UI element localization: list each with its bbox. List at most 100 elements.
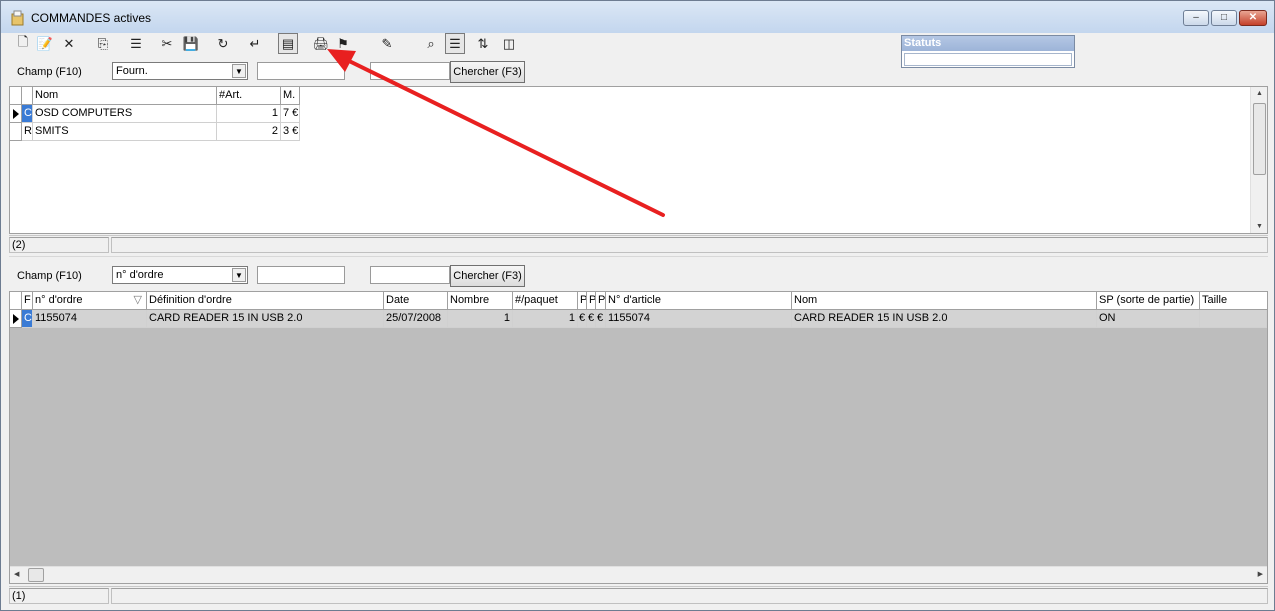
vertical-scrollbar-top[interactable]: ▲ ▼ [1250,87,1267,233]
table-row-f[interactable]: C [22,310,33,328]
pen-icon[interactable]: ✎ [377,33,397,54]
record-count-bottom: (1) [9,588,109,604]
table-row-taille[interactable] [1200,310,1267,328]
list-view-icon[interactable]: ☰ [445,33,465,54]
table-row-art[interactable]: 2 [217,123,281,141]
window-controls: ‒ □ ✕ [1181,10,1267,26]
table-row-p3[interactable]: € [596,310,606,328]
preview-icon[interactable]: ▤ [278,33,298,54]
scrollbar-thumb[interactable] [1253,103,1266,175]
column-header-ordre-label: n° d'ordre [35,294,83,306]
table-row-sp[interactable]: ON [1097,310,1200,328]
column-header-nombre[interactable]: Nombre [448,292,513,310]
table-row-ordre[interactable]: 1155074 [33,310,147,328]
column-header-paquet[interactable]: #/paquet [513,292,578,310]
scroll-left-icon[interactable]: ◀ [14,570,19,578]
table-row-p1[interactable]: € [578,310,587,328]
search-button-bottom[interactable]: Chercher (F3) [450,265,525,287]
search-input-top[interactable] [257,62,345,80]
delete-icon[interactable]: ✕ [59,33,79,54]
status-panel-value[interactable] [904,53,1072,66]
edit-document-icon[interactable]: 📝 [35,33,55,54]
column-header-flag[interactable] [22,87,33,105]
record-count-top: (2) [9,237,109,253]
column-header-f[interactable]: F [22,292,33,310]
column-header-art[interactable]: #Art. [217,87,281,105]
table-row-nombre[interactable]: 1 [448,310,513,328]
search-button-top[interactable]: Chercher (F3) [450,61,525,83]
chevron-down-icon[interactable]: ▼ [232,268,246,282]
table-row-paquet[interactable]: 1 [513,310,578,328]
status-panel-title: Statuts [902,36,1074,51]
table-row-m[interactable]: 7 € [281,105,300,123]
column-header-sp[interactable]: SP (sorte de partie) [1097,292,1200,310]
grid-corner [10,292,22,310]
order-grid: F n° d'ordre ▽ Définition d'ordre Date N… [9,291,1268,584]
field-label-bottom: Champ (F10) [17,270,82,282]
print-icon[interactable]: 🖨 [311,33,331,54]
search-input-top-2[interactable] [370,62,450,80]
field-select-top-value: Fourn. [116,65,148,77]
columns-icon[interactable]: ◫ [499,33,519,54]
column-header-p2[interactable]: P [587,292,596,310]
alert-icon[interactable]: ⚑ [333,33,353,54]
table-row-art[interactable]: 1 [217,105,281,123]
row-indicator[interactable] [10,123,22,141]
column-header-p1[interactable]: P [578,292,587,310]
table-row-p2[interactable]: € [587,310,596,328]
horizontal-scrollbar[interactable]: ◀ ▶ [10,566,1267,583]
status-bar-top-panel [111,237,1268,253]
column-header-ordre[interactable]: n° d'ordre ▽ [33,292,147,310]
field-select-top[interactable]: Fourn. ▼ [112,62,248,80]
search-icon[interactable]: ⌕ [421,33,441,54]
import-icon[interactable]: ↵ [245,33,265,54]
column-header-p3[interactable]: P [596,292,606,310]
scrollbar-thumb[interactable] [28,568,44,582]
table-row-article[interactable]: 1155074 [606,310,792,328]
refresh-icon[interactable]: ↻ [213,33,233,54]
scroll-down-icon[interactable]: ▼ [1256,223,1263,230]
row-indicator[interactable] [10,105,22,123]
supplier-grid: Nom #Art. M. C OSD COMPUTERS 1 7 € R SMI… [9,86,1268,234]
copy-icon[interactable]: ⎘ [93,33,113,54]
table-row-m[interactable]: 3 € [281,123,300,141]
search-input-bottom[interactable] [257,266,345,284]
column-header-m[interactable]: M. [281,87,300,105]
minimize-icon: ‒ [1193,12,1199,23]
column-header-article[interactable]: N° d'article [606,292,792,310]
scroll-up-icon[interactable]: ▲ [1256,90,1263,97]
table-row-definition[interactable]: CARD READER 15 IN USB 2.0 [147,310,384,328]
main-window: COMMANDES actives ‒ □ ✕ 🗋 📝 ✕ ⎘ ☰ ✂ 💾 ↻ ↵ ▤ 🖨 ⚑ ✎ ⌕ ☰ ⇅… [0,0,1275,611]
sort-icon: ▽ [133,294,142,306]
scroll-right-icon[interactable]: ▶ [1258,570,1263,578]
maximize-button[interactable]: □ [1211,10,1237,26]
column-header-taille[interactable]: Taille [1200,292,1267,310]
field-select-bottom[interactable]: n° d'ordre ▼ [112,266,248,284]
app-icon [11,10,24,26]
properties-icon[interactable]: ☰ [126,33,146,54]
table-row-nom[interactable]: CARD READER 15 IN USB 2.0 [792,310,1097,328]
table-row-nom[interactable]: OSD COMPUTERS [33,105,217,123]
filter-icon[interactable]: ✂ [157,33,177,54]
column-header-definition[interactable]: Définition d'ordre [147,292,384,310]
table-row-flag[interactable]: R [22,123,33,141]
splitter[interactable] [9,256,1268,260]
chevron-down-icon[interactable]: ▼ [232,64,246,78]
new-document-icon[interactable]: 🗋 [13,33,33,54]
table-row-nom[interactable]: SMITS [33,123,217,141]
sort-az-icon[interactable]: ⇅ [473,33,493,54]
status-panel: Statuts [901,35,1075,68]
table-row-flag[interactable]: C [22,105,33,123]
column-header-nom[interactable]: Nom [792,292,1097,310]
table-row-date[interactable]: 25/07/2008 [384,310,448,328]
minimize-button[interactable]: ‒ [1183,10,1209,26]
column-header-nom[interactable]: Nom [33,87,217,105]
search-input-bottom-2[interactable] [370,266,450,284]
row-indicator[interactable] [10,310,22,328]
save-icon[interactable]: 💾 [181,33,201,54]
window-title: COMMANDES actives [31,11,152,25]
client-area: 🗋 📝 ✕ ⎘ ☰ ✂ 💾 ↻ ↵ ▤ 🖨 ⚑ ✎ ⌕ ☰ ⇅ ◫ Statuts Champ (F10) Fo… [9,33,1268,604]
column-header-date[interactable]: Date [384,292,448,310]
field-label-top: Champ (F10) [17,66,82,78]
close-button[interactable]: ✕ [1239,10,1267,26]
